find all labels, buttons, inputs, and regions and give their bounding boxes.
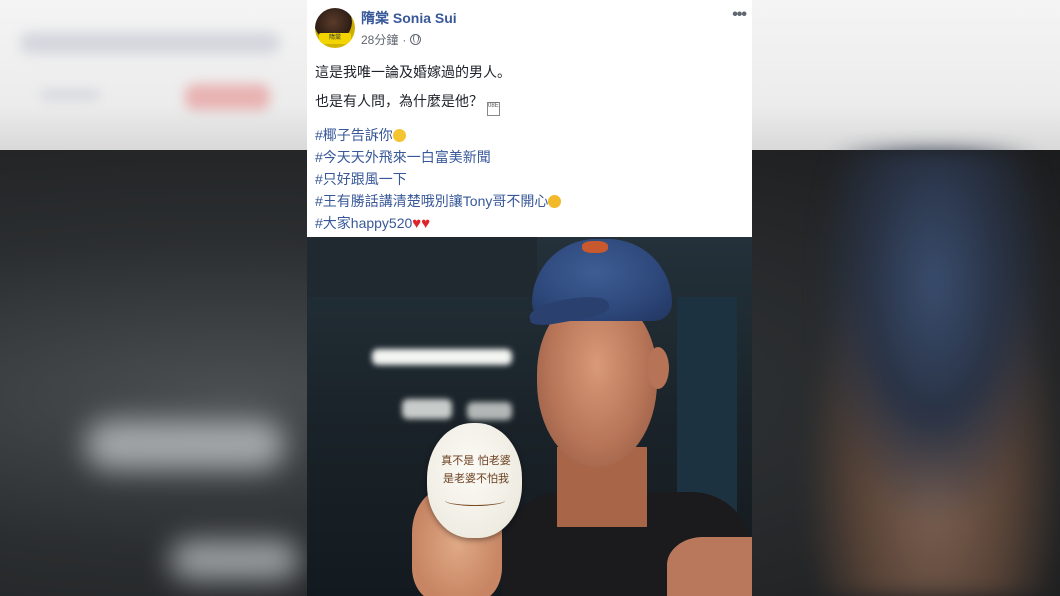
- globe-icon[interactable]: [410, 34, 422, 45]
- timestamp[interactable]: 28分鐘: [361, 31, 398, 48]
- hashtag-list: #椰子告訴你 #今天天外飛來一白富美新聞 #只好跟風一下 #王有勝話講清楚哦別讓…: [315, 124, 745, 235]
- hashtag-link[interactable]: #今天天外飛來一白富美新聞: [315, 146, 745, 168]
- post-text: 這是我唯一論及婚嫁過的男人。 也是有人問，為什麼是他？ 08E #椰子告訴你 #…: [315, 62, 745, 235]
- hashtag-link[interactable]: #大家happy520♥♥: [315, 212, 745, 235]
- hashtag-link[interactable]: #王有勝話講清楚哦別讓Tony哥不開心: [315, 190, 745, 212]
- heart-icon: ♥♥: [412, 215, 431, 232]
- post-line-2: 也是有人問，為什麼是他？ 08E: [315, 91, 745, 116]
- coconut-text: 真不是 怕老婆 是老婆不怕我: [441, 454, 511, 485]
- post-meta: 28分鐘 ·: [361, 31, 422, 48]
- avatar-badge: 隋棠: [319, 33, 351, 44]
- post-line-2-text: 也是有人問，為什麼是他？: [315, 93, 483, 109]
- meta-separator: ·: [402, 32, 407, 47]
- grinning-face-icon: [392, 129, 406, 142]
- hashtag-link[interactable]: #只好跟風一下: [315, 168, 745, 190]
- crazy-face-icon: [548, 195, 562, 208]
- hashtag-link[interactable]: #椰子告訴你: [315, 124, 745, 146]
- post-line-1: 這是我唯一論及婚嫁過的男人。: [315, 64, 511, 80]
- facebook-post: 隋棠 隋棠 Sonia Sui 28分鐘 · ••• 這是我唯一論及婚嫁過的男人…: [307, 0, 752, 596]
- unknown-glyph-icon: 08E: [486, 102, 500, 116]
- post-header: 隋棠 隋棠 Sonia Sui 28分鐘 · •••: [307, 0, 752, 56]
- avatar[interactable]: 隋棠: [315, 8, 355, 48]
- author-name[interactable]: 隋棠 Sonia Sui: [361, 8, 457, 28]
- blurred-background-face: [780, 150, 1060, 596]
- post-photo[interactable]: 真不是 怕老婆 是老婆不怕我: [307, 237, 752, 596]
- more-options-icon[interactable]: •••: [732, 6, 747, 24]
